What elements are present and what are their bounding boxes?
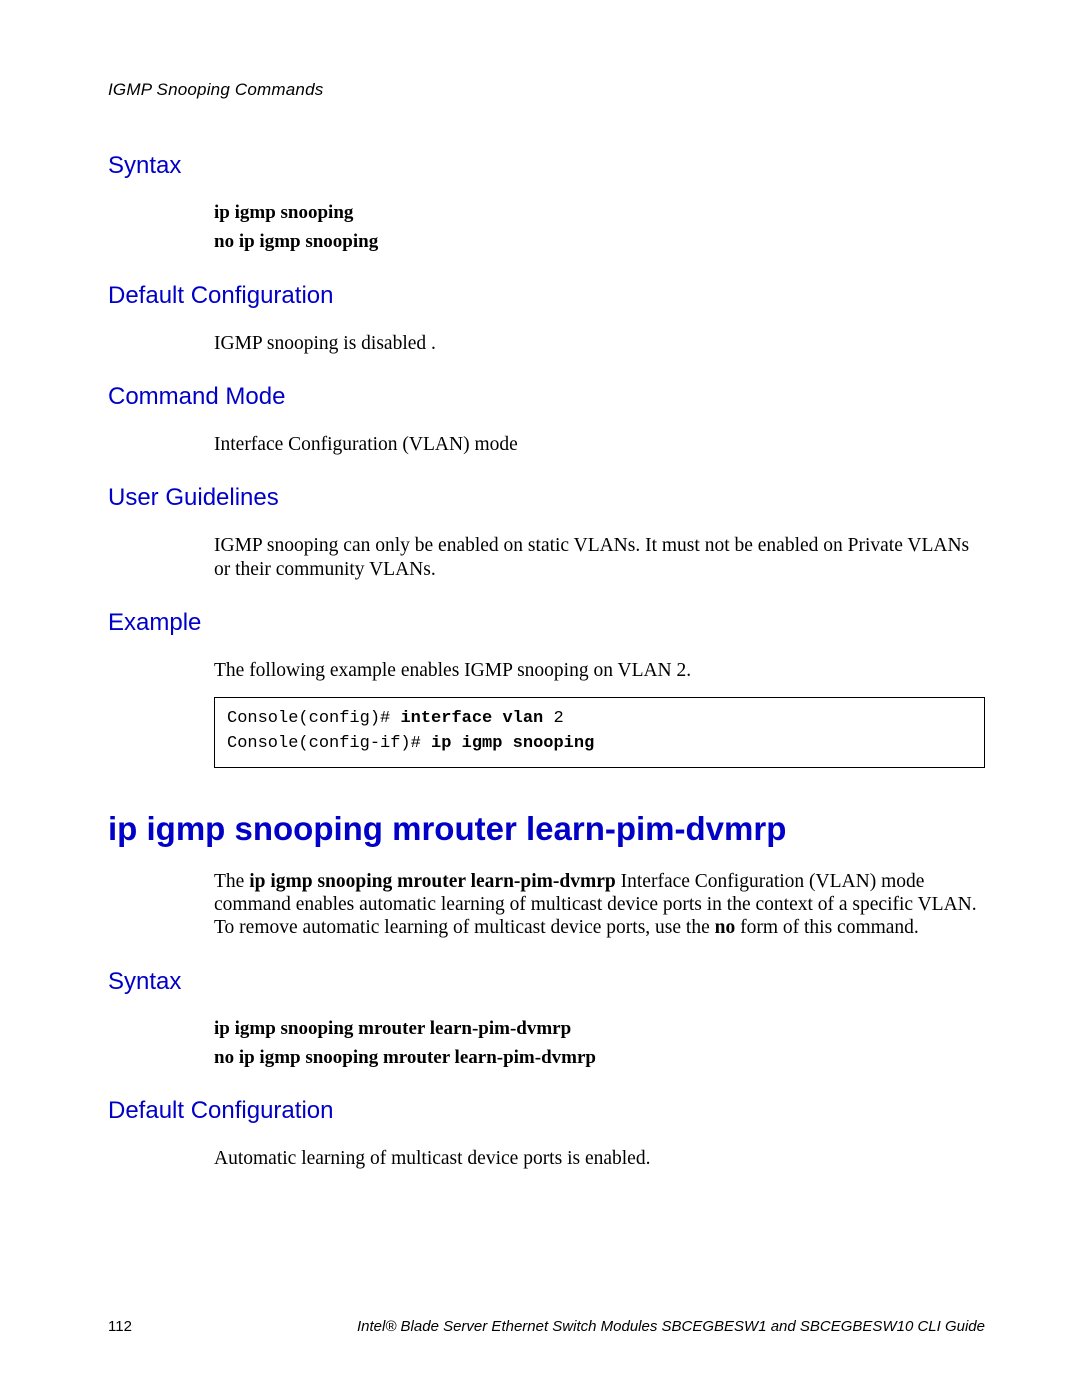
- body-text: The following example enables IGMP snoop…: [214, 659, 985, 682]
- heading-command-title: ip igmp snooping mrouter learn-pim-dvmrp: [108, 810, 985, 848]
- user-guidelines-body: IGMP snooping can only be enabled on sta…: [214, 534, 985, 581]
- syntax-line: ip igmp snooping mrouter learn-pim-dvmrp: [214, 1018, 985, 1041]
- page-footer: 112 Intel® Blade Server Ethernet Switch …: [108, 1318, 985, 1335]
- code-text-bold: interface vlan: [400, 709, 553, 728]
- heading-default-config-2: Default Configuration: [108, 1097, 985, 1125]
- code-text: Console(config-if)#: [227, 734, 431, 753]
- heading-command-mode: Command Mode: [108, 383, 985, 411]
- text-run: form of this command.: [735, 917, 919, 938]
- default-config-body-1: IGMP snooping is disabled .: [214, 332, 985, 355]
- body-text: Interface Configuration (VLAN) mode: [214, 433, 985, 456]
- text-run: The: [214, 871, 249, 892]
- heading-example: Example: [108, 609, 985, 637]
- syntax-line: no ip igmp snooping: [214, 231, 985, 254]
- example-body: The following example enables IGMP snoop…: [214, 659, 985, 767]
- code-text: Console(config)#: [227, 709, 400, 728]
- code-text-bold: ip igmp snooping: [431, 734, 594, 753]
- code-text: 2: [553, 709, 563, 728]
- heading-user-guidelines: User Guidelines: [108, 484, 985, 512]
- page: IGMP Snooping Commands Syntax ip igmp sn…: [0, 0, 1080, 1397]
- syntax-block-2: ip igmp snooping mrouter learn-pim-dvmrp…: [214, 1018, 985, 1070]
- body-text: IGMP snooping is disabled .: [214, 332, 985, 355]
- body-text: IGMP snooping can only be enabled on sta…: [214, 534, 985, 581]
- command-description: The ip igmp snooping mrouter learn-pim-d…: [214, 870, 985, 940]
- text-run-bold: ip igmp snooping mrouter learn-pim-dvmrp: [249, 871, 616, 892]
- syntax-block-1: ip igmp snooping no ip igmp snooping: [214, 202, 985, 254]
- footer-guide-title: Intel® Blade Server Ethernet Switch Modu…: [357, 1318, 985, 1335]
- page-number: 112: [108, 1318, 208, 1335]
- command-mode-body: Interface Configuration (VLAN) mode: [214, 433, 985, 456]
- body-text: The ip igmp snooping mrouter learn-pim-d…: [214, 870, 985, 940]
- heading-syntax-1: Syntax: [108, 152, 985, 180]
- heading-syntax-2: Syntax: [108, 968, 985, 996]
- body-text: Automatic learning of multicast device p…: [214, 1147, 985, 1170]
- syntax-line: no ip igmp snooping mrouter learn-pim-dv…: [214, 1047, 985, 1070]
- running-head: IGMP Snooping Commands: [108, 80, 985, 100]
- syntax-line: ip igmp snooping: [214, 202, 985, 225]
- code-example-box: Console(config)# interface vlan 2 Consol…: [214, 697, 985, 768]
- heading-default-config-1: Default Configuration: [108, 282, 985, 310]
- text-run-bold: no: [715, 917, 736, 938]
- default-config-body-2: Automatic learning of multicast device p…: [214, 1147, 985, 1170]
